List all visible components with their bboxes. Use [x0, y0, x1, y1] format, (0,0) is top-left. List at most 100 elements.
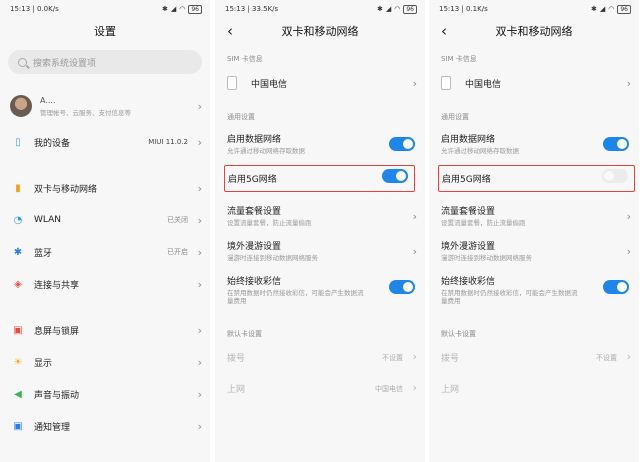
my-device-row[interactable]: ▯ 我的设备 MIUI 11.0.2 ›	[0, 126, 210, 158]
data-plan-row[interactable]: 流量套餐设置 设置流量套餐，防止流量偷跑 ›	[215, 198, 425, 233]
battery-icon: 96	[403, 4, 417, 14]
data-network-row[interactable]: 启用数据网络 允许通过移动网络存取数据	[215, 126, 425, 161]
setting-desc: 设置流量套餐，防止流量偷跑	[441, 219, 526, 227]
setting-desc: 设置流量套餐，防止流量偷跑	[227, 219, 312, 227]
sidebar-item-wlan[interactable]: ◔ WLAN 已关闭 ›	[0, 204, 210, 236]
sim-name: 中国电信	[251, 79, 288, 90]
general-section-title: 通用设置	[227, 113, 255, 121]
mms-row[interactable]: 始终接收彩信 在禁用数据时仍然接收彩信，可能会产生数据流量费用	[429, 268, 639, 311]
setting-label: 启用数据网络	[227, 135, 282, 145]
dial-default-row[interactable]: 拨号 不设置 ›	[215, 343, 425, 370]
wlan-status: 已关闭	[167, 216, 188, 224]
item-label: 通知管理	[34, 422, 71, 433]
chevron-right-icon: ›	[197, 323, 202, 337]
sim-card-row[interactable]: 中国电信 ›	[215, 68, 425, 98]
status-time: 15:13	[225, 5, 246, 13]
wifi-status-icon: ◠	[179, 5, 186, 13]
chevron-right-icon: ›	[626, 245, 631, 258]
enable-5g-toggle[interactable]	[602, 169, 628, 183]
bluetooth-status-icon: ✱	[161, 5, 168, 13]
sidebar-item-connection-sharing[interactable]: ◈ 连接与共享 ›	[0, 268, 210, 300]
sun-icon: ☀	[13, 356, 23, 368]
item-label: 连接与共享	[34, 280, 80, 291]
default-section-title: 默认卡设置	[227, 330, 262, 338]
chevron-right-icon: ›	[626, 210, 631, 223]
sidebar-item-lock-screen[interactable]: ▣ 息屏与锁屏 ›	[0, 314, 210, 346]
phone-icon: ▯	[15, 136, 21, 148]
dial-value: 不设置	[596, 354, 617, 362]
search-input[interactable]: 搜索系统设置项	[8, 50, 202, 74]
item-label: 息屏与锁屏	[34, 326, 80, 337]
settings-screen: 15:13 | 0.0K/s ✱ ◢ ◠ 96 设置 搜索系统设置项 A....…	[0, 0, 210, 462]
chevron-right-icon: ›	[197, 181, 202, 195]
sidebar-item-sound[interactable]: ◀ 声音与振动 ›	[0, 378, 210, 410]
item-label: 双卡与移动网络	[34, 184, 98, 195]
chevron-right-icon: ›	[412, 210, 417, 223]
chevron-right-icon: ›	[626, 350, 631, 363]
page-title: 设置	[94, 25, 116, 38]
sim-section-title: SIM 卡信息	[441, 55, 477, 63]
chevron-right-icon: ›	[626, 76, 631, 90]
status-bar: 15:13 | 0.1K/s ✱ ◢ ◠ 96	[429, 0, 639, 18]
internet-default-row[interactable]: 上网 中国电信 ›	[215, 370, 425, 401]
setting-desc: 允许通过移动网络存取数据	[227, 147, 305, 155]
setting-label: 境外漫游设置	[441, 242, 496, 252]
status-time: 15:13	[439, 5, 460, 13]
status-time: 15:13	[10, 5, 31, 13]
mms-toggle[interactable]	[389, 280, 415, 294]
chevron-right-icon: ›	[197, 245, 202, 259]
signal-icon: ◢	[599, 5, 606, 13]
sim-card-row[interactable]: 中国电信 ›	[429, 68, 639, 98]
status-bar: 15:13 | 33.5K/s ✱ ◢ ◠ 96	[215, 0, 425, 18]
bluetooth-status-icon: ✱	[376, 5, 383, 13]
sidebar-item-dual-sim[interactable]: ▮ 双卡与移动网络 ›	[0, 172, 210, 204]
data-network-row[interactable]: 启用数据网络 允许通过移动网络存取数据	[429, 126, 639, 161]
mms-row[interactable]: 始终接收彩信 在禁用数据时仍然接收彩信，可能会产生数据流量费用	[215, 268, 425, 311]
chevron-right-icon: ›	[197, 419, 202, 433]
mms-toggle[interactable]	[603, 280, 629, 294]
data-plan-row[interactable]: 流量套餐设置 设置流量套餐，防止流量偷跑 ›	[429, 198, 639, 233]
item-label: 声音与振动	[34, 390, 80, 401]
item-label: WLAN	[34, 215, 62, 225]
my-device-label: 我的设备	[34, 138, 71, 149]
data-network-toggle[interactable]	[603, 137, 629, 151]
sidebar-item-display[interactable]: ☀ 显示 ›	[0, 346, 210, 378]
default-section-title: 默认卡设置	[441, 330, 476, 338]
enable-5g-row[interactable]: 启用5G网络	[438, 165, 635, 192]
data-network-toggle[interactable]	[389, 137, 415, 151]
enable-5g-row[interactable]: 启用5G网络	[224, 165, 415, 192]
sidebar-item-bluetooth[interactable]: ✱ 蓝牙 已开启 ›	[0, 236, 210, 268]
wifi-status-icon: ◠	[608, 5, 615, 13]
miui-version: MIUI 11.0.2	[148, 138, 188, 146]
page-title: 双卡和移动网络	[495, 25, 573, 38]
wifi-icon: ◔	[13, 214, 23, 226]
enable-5g-toggle[interactable]	[382, 169, 408, 183]
setting-desc: 在禁用数据时仍然接收彩信，可能会产生数据流量费用	[441, 289, 578, 305]
internet-default-row[interactable]: 上网	[429, 370, 639, 401]
chevron-right-icon: ›	[197, 99, 202, 113]
battery-icon: 96	[617, 4, 631, 14]
page-title: 双卡和移动网络	[281, 25, 359, 38]
sim-card-icon: ▮	[15, 182, 21, 194]
chevron-right-icon: ›	[412, 76, 417, 90]
chevron-right-icon: ›	[197, 277, 202, 291]
roaming-row[interactable]: 境外漫游设置 漫游时连接到移动数据网络服务 ›	[429, 233, 639, 268]
chevron-right-icon: ›	[412, 350, 417, 363]
back-arrow-icon[interactable]: ‹	[441, 22, 447, 40]
chevron-right-icon: ›	[412, 381, 417, 394]
roaming-row[interactable]: 境外漫游设置 漫游时连接到移动数据网络服务 ›	[215, 233, 425, 268]
back-arrow-icon[interactable]: ‹	[227, 22, 233, 40]
avatar	[10, 95, 32, 117]
status-speed: 0.0K/s	[37, 5, 59, 13]
setting-label: 启用数据网络	[441, 135, 496, 145]
account-row[interactable]: A.... 管理帐号、云服务、支付信息等 ›	[0, 86, 210, 126]
sidebar-item-notifications[interactable]: ▣ 通知管理 ›	[0, 410, 210, 442]
setting-label: 境外漫游设置	[227, 242, 282, 252]
dial-value: 不设置	[382, 354, 403, 362]
setting-label: 始终接收彩信	[227, 277, 282, 287]
share-icon: ◈	[14, 278, 22, 290]
chevron-right-icon: ›	[197, 355, 202, 369]
chevron-right-icon: ›	[197, 387, 202, 401]
setting-label: 上网	[441, 385, 460, 395]
dial-default-row[interactable]: 拨号 不设置 ›	[429, 343, 639, 370]
